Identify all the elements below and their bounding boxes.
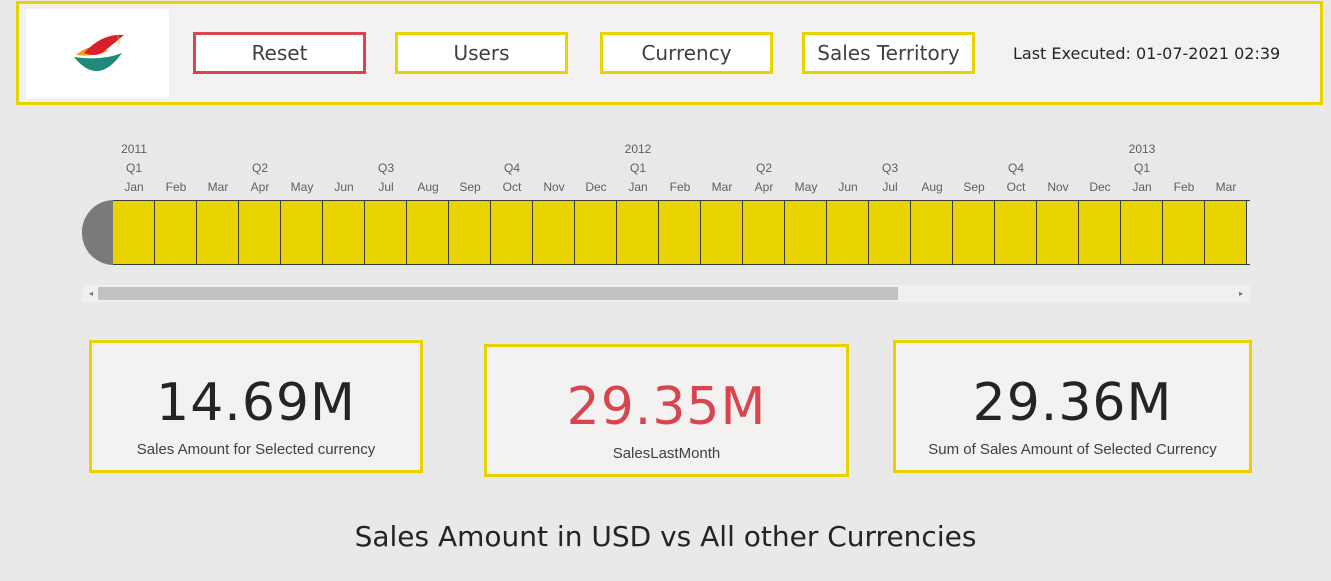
logo-icon bbox=[74, 33, 124, 72]
timeline-month-label: Dec bbox=[1089, 180, 1111, 194]
timeline-month-label: Jan bbox=[1132, 180, 1152, 194]
timeline-handle[interactable] bbox=[82, 200, 116, 265]
scroll-right-icon[interactable]: ▸ bbox=[1236, 288, 1246, 299]
kpi-label: Sum of Sales Amount of Selected Currency bbox=[928, 441, 1217, 458]
timeline-cell[interactable] bbox=[827, 201, 869, 264]
timeline-month-label: Jan bbox=[124, 180, 144, 194]
timeline-cell[interactable] bbox=[701, 201, 743, 264]
timeline-month-label: Nov bbox=[543, 180, 565, 194]
timeline-year-label: 2013 bbox=[1128, 142, 1156, 156]
kpi-value: 29.35M bbox=[566, 377, 767, 437]
timeline-cell[interactable] bbox=[533, 201, 575, 264]
timeline-month-label: Feb bbox=[1173, 180, 1195, 194]
timeline-cell[interactable] bbox=[1079, 201, 1121, 264]
timeline-cell[interactable] bbox=[239, 201, 281, 264]
timeline-month-label: Mar bbox=[711, 180, 733, 194]
kpi-label: SalesLastMonth bbox=[612, 445, 721, 462]
timeline-month-label: Sep bbox=[459, 180, 481, 194]
timeline-scrollbar[interactable]: ◂ ▸ bbox=[82, 285, 1250, 302]
timeline-cell[interactable] bbox=[743, 201, 785, 264]
timeline-month-label: Oct bbox=[502, 180, 522, 194]
timeline-labels: 2011 Q1 Jan Feb Mar Q2 Apr May Jun Q3 Jul Aug Sep Q4 O… bbox=[113, 140, 1250, 200]
timeline-cell[interactable] bbox=[995, 201, 1037, 264]
timeline-cell[interactable] bbox=[197, 201, 239, 264]
timeline-month-label: Aug bbox=[921, 180, 943, 194]
timeline-month-label: Jul bbox=[882, 180, 898, 194]
timeline-quarter-label: Q1 bbox=[1133, 161, 1150, 175]
timeline-month-label: Apr bbox=[250, 180, 270, 194]
timeline-cell[interactable] bbox=[617, 201, 659, 264]
timeline-month-label: Mar bbox=[1215, 180, 1237, 194]
timeline-quarter-label: Q2 bbox=[755, 161, 772, 175]
kpi-label: Sales Amount for Selected currency bbox=[136, 441, 376, 458]
timeline-month-label: Sep bbox=[963, 180, 985, 194]
users-button[interactable]: Users bbox=[395, 32, 568, 74]
timeline-month-label: Feb bbox=[165, 180, 187, 194]
timeline-month-label: Oct bbox=[1006, 180, 1026, 194]
timeline-cell[interactable] bbox=[785, 201, 827, 264]
timeline-month-label: Mar bbox=[207, 180, 229, 194]
currency-button[interactable]: Currency bbox=[600, 32, 773, 74]
timeline-month-label: Nov bbox=[1047, 180, 1069, 194]
timeline-month-label: Jul bbox=[378, 180, 394, 194]
timeline-cell[interactable] bbox=[365, 201, 407, 264]
timeline-cell[interactable] bbox=[491, 201, 533, 264]
timeline-slicer: 2011 Q1 Jan Feb Mar Q2 Apr May Jun Q3 Jul Aug Sep Q4 O… bbox=[82, 140, 1250, 270]
timeline-cell[interactable] bbox=[113, 201, 155, 264]
timeline-cell[interactable] bbox=[1205, 201, 1247, 264]
timeline-month-label: Apr bbox=[754, 180, 774, 194]
timeline-quarter-label: Q4 bbox=[1007, 161, 1024, 175]
timeline-month-label: May bbox=[794, 180, 818, 194]
timeline-cell[interactable] bbox=[407, 201, 449, 264]
kpi-value: 14.69M bbox=[156, 373, 356, 433]
header-bar: Reset Users Currency Sales Territory Las… bbox=[16, 1, 1323, 105]
scroll-thumb[interactable] bbox=[98, 287, 898, 300]
timeline-month-label: May bbox=[290, 180, 314, 194]
timeline-cell[interactable] bbox=[281, 201, 323, 264]
timeline-cell[interactable] bbox=[953, 201, 995, 264]
timeline-cell[interactable] bbox=[869, 201, 911, 264]
timeline-year-label: 2012 bbox=[624, 142, 652, 156]
timeline-cells bbox=[113, 200, 1250, 265]
timeline-cell[interactable] bbox=[323, 201, 365, 264]
sales-territory-button[interactable]: Sales Territory bbox=[802, 32, 975, 74]
timeline-cell[interactable] bbox=[1121, 201, 1163, 264]
timeline-quarter-label: Q3 bbox=[377, 161, 394, 175]
scroll-left-icon[interactable]: ◂ bbox=[86, 288, 96, 299]
timeline-cell[interactable] bbox=[1163, 201, 1205, 264]
timeline-cell[interactable] bbox=[155, 201, 197, 264]
timeline-cell[interactable] bbox=[575, 201, 617, 264]
timeline-cell[interactable] bbox=[911, 201, 953, 264]
timeline-month-label: Dec bbox=[585, 180, 607, 194]
kpi-card-sum-selected-currency: 29.36M Sum of Sales Amount of Selected C… bbox=[893, 340, 1252, 473]
chart-title: Sales Amount in USD vs All other Currenc… bbox=[354, 520, 977, 553]
kpi-card-selected-currency: 14.69M Sales Amount for Selected currenc… bbox=[89, 340, 423, 473]
last-executed-text: Last Executed: 01-07-2021 02:39 bbox=[1013, 44, 1281, 63]
timeline-month-label: Feb bbox=[669, 180, 691, 194]
timeline-quarter-label: Q1 bbox=[629, 161, 646, 175]
timeline-month-label: Jun bbox=[838, 180, 858, 194]
timeline-cell[interactable] bbox=[1037, 201, 1079, 264]
timeline-year-label: 2011 bbox=[121, 142, 147, 156]
timeline-month-label: Jan bbox=[628, 180, 648, 194]
timeline-month-label: Jun bbox=[334, 180, 354, 194]
timeline-month-label: Aug bbox=[417, 180, 439, 194]
kpi-value: 29.36M bbox=[972, 373, 1173, 433]
kpi-card-sales-last-month: 29.35M SalesLastMonth bbox=[484, 344, 849, 477]
timeline-quarter-label: Q1 bbox=[125, 161, 142, 175]
reset-button[interactable]: Reset bbox=[193, 32, 366, 74]
timeline-cell[interactable] bbox=[449, 201, 491, 264]
timeline-quarter-label: Q3 bbox=[881, 161, 898, 175]
timeline-cell[interactable] bbox=[659, 201, 701, 264]
timeline-quarter-label: Q4 bbox=[503, 161, 520, 175]
timeline-quarter-label: Q2 bbox=[251, 161, 268, 175]
logo bbox=[26, 9, 169, 98]
